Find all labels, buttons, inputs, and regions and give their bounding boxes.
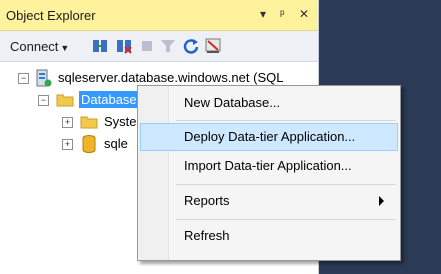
database-icon [82, 135, 96, 153]
folder-icon [56, 94, 74, 107]
databases-node-label: Databases [79, 91, 146, 108]
collapse-icon[interactable]: − [38, 95, 49, 106]
menu-item-label: Import Data-tier Application... [184, 158, 352, 173]
submenu-arrow-icon [379, 196, 384, 206]
object-explorer-toolbar: Connect ▼ [0, 31, 318, 62]
folder-icon [80, 116, 98, 129]
auto-hide-pin-button[interactable]: ᵖ [280, 7, 285, 21]
menu-item-label: Reports [184, 193, 230, 208]
panel-title: Object Explorer [6, 8, 96, 23]
chevron-down-icon: ▼ [60, 43, 70, 53]
menu-separator [176, 219, 396, 220]
menu-item-deploy-data-tier[interactable]: Deploy Data-tier Application... [140, 123, 398, 151]
user-database-label: sqle [104, 136, 128, 151]
filter-icon [161, 40, 175, 52]
server-node-label: sqleserver.database.windows.net (SQL [58, 70, 284, 85]
close-panel-button[interactable]: ✕ [299, 7, 309, 21]
window-position-dropdown[interactable]: ▾ [260, 7, 266, 21]
menu-separator [176, 120, 396, 121]
menu-item-label: New Database... [184, 95, 281, 110]
expand-icon[interactable]: + [62, 117, 73, 128]
stop-icon [142, 41, 152, 51]
menu-item-label: Deploy Data-tier Application... [184, 129, 356, 144]
expand-icon[interactable]: + [62, 139, 73, 150]
disconnect-icon[interactable] [116, 38, 132, 54]
collapse-icon[interactable]: − [18, 73, 29, 84]
panel-titlebar: Object Explorer ▾ ᵖ ✕ [0, 0, 318, 31]
server-icon [36, 69, 52, 87]
menu-item-import-data-tier[interactable]: Import Data-tier Application... [140, 152, 398, 180]
menu-item-refresh[interactable]: Refresh [140, 222, 398, 250]
connect-object-explorer-icon[interactable] [92, 38, 108, 54]
databases-context-menu: New Database... Deploy Data-tier Applica… [137, 85, 401, 261]
menu-item-new-database[interactable]: New Database... [140, 89, 398, 117]
azure-icon[interactable] [205, 38, 221, 54]
connect-dropdown[interactable]: Connect ▼ [10, 39, 69, 54]
refresh-icon[interactable] [183, 38, 199, 54]
connect-label: Connect [10, 39, 59, 54]
menu-separator [176, 184, 396, 185]
menu-item-label: Refresh [184, 228, 230, 243]
system-databases-label: Syste [104, 114, 137, 129]
menu-item-reports[interactable]: Reports [140, 187, 398, 215]
